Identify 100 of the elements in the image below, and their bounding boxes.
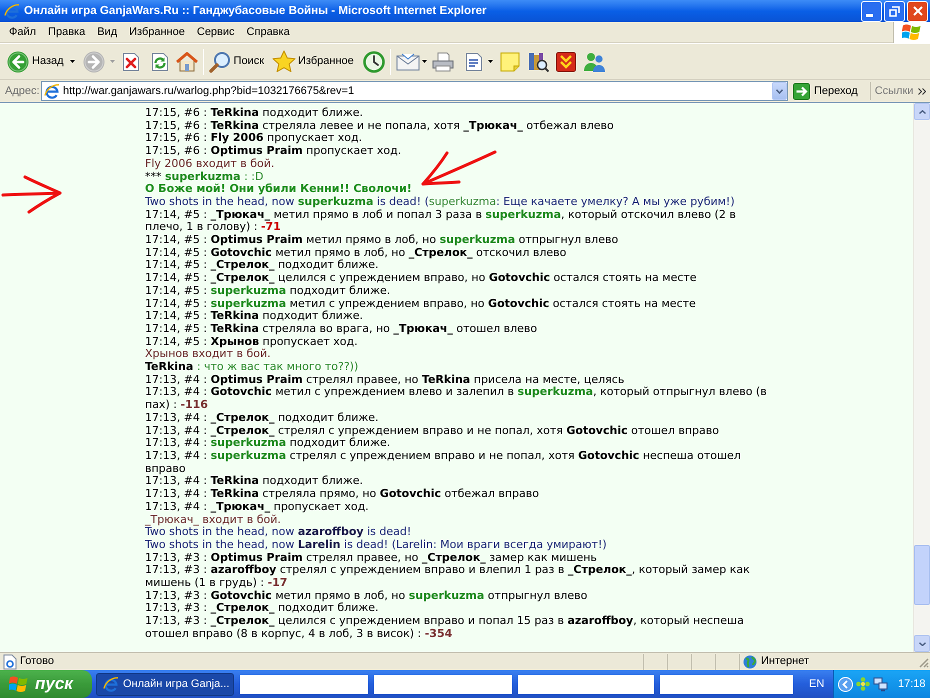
log-line: 17:14, #5 : Gotovchic метил прямо в лоб, но _Стрелок_ отскочил влево [145,246,568,260]
log-line: 17:13, #4 : Gotovchic метил с упреждением влево и залепил в superkuzma, который отпрыгнул влево (в пах) : -116 [145,386,768,412]
printer-icon[interactable] [432,52,454,72]
log-line: 17:13, #4 : TeRkina стреляла прямо, но Gotovchic отбежал вправо [145,488,540,501]
log-line: 17:13, #4 : _Стрелок_ стрелял с упреждением вправо и не попал, хотя Gotovchic отошел вправо [145,424,720,437]
log-line: 17:13, #3 : _Стрелок_ целился с упреждением вправо и попал 15 раз в azaroffboy, который неспеша отошел вправо (8 в корпус, 4 в лоб, 3 в висок) : -354 [145,615,745,641]
log-line: Two shots in the head, now Larelin is dead! (Larelin: Мои враги всегда умирают!) [145,538,608,552]
log-line: 17:13, #3 : Optimus Praim стрелял правее, но _Стрелок_ замер как мишень [145,552,598,564]
task-button[interactable]: Онлайн игра Ganja... [96,672,234,696]
four-color-flag-icon [9,675,29,693]
log-line: 17:13, #4 : _Трюкач_ пропускает ход. [145,500,370,513]
log-line: 17:13, #3 : Gotovchic метил прямо в лоб, но superkuzma отпрыгнул влево [145,590,588,602]
scrollbar-track[interactable] [913,103,930,652]
address-field[interactable]: http://war.ganjawars.ru/warlog.php?bid=1032176675&rev=1 [41,81,788,101]
refresh-icon[interactable] [150,52,169,72]
log-line: 17:13, #4 : Optimus Praim стрелял правее, но TeRkina присела на месте, целясь [145,374,626,386]
log-line: 17:15, #6 : TeRkina стреляла левее и не попала, хотя _Трюкач_ отбежал влево [145,120,615,132]
log-line: 17:13, #3 : azaroffboy стрелял с упреждением вправо и влепил 1 раз в _Стрелок_, который замер как мишень (1 в грудь) : -17 [145,564,751,590]
log-line: 17:13, #4 : TeRkina подходит ближе. [145,475,364,488]
right-arrow-icon [793,82,810,100]
log-line: 17:14, #5 : TeRkina стреляла во врага, но _Трюкач_ отошел влево [145,322,538,336]
log-line: TeRkina : что ж вас так много то??)) [145,361,360,374]
browser-logo-icon [44,83,60,99]
start-button[interactable]: пуск [0,670,92,698]
clock-icon[interactable] [362,50,385,72]
menu-item[interactable]: Справка [242,22,295,42]
scroll-up-button[interactable] [914,103,930,120]
hand-drawn-arrow [1,174,63,214]
clock-text: 17:18 [898,676,926,692]
status-text: Готово [20,654,54,670]
log-line: Fly 2006 входит в бой. [145,158,276,171]
chevron-left-icon[interactable] [838,676,853,692]
log-line: 17:15, #6 : TeRkina подходит ближе. [145,107,364,120]
log-line: 17:14, #5 : Хрынов пропускает ход. [145,336,359,348]
caret-icon[interactable] [422,60,427,63]
double-chevron-icon[interactable] [556,52,576,72]
log-line: 17:13, #4 : superkuzma подходит ближе. [145,437,390,450]
close-button[interactable] [907,0,928,22]
links-button[interactable]: Ссылки [874,82,926,100]
menu-item[interactable]: Избранное [124,22,190,42]
window-title: Онлайн игра GanjaWars.Ru :: Ганджубасовые Войны - Microsoft Internet Explorer [24,3,487,20]
home-icon[interactable] [176,52,198,72]
menu-item[interactable]: Файл [4,22,42,42]
minimize-button[interactable] [861,0,882,22]
document-icon[interactable] [464,52,483,72]
four-color-flag-icon [902,23,922,41]
language-indicator[interactable]: EN [809,676,824,692]
zone-text: Интернет [761,654,809,670]
log-line: 17:14, #5 : TeRkina подходит ближе. [145,310,363,323]
minimize-icon [866,14,873,16]
log-line: 17:13, #3 : _Стрелок_ подходит ближе. [145,602,380,616]
search-button[interactable]: Поиск [208,50,264,72]
chevron-down-icon [776,88,783,94]
log-line: Two shots in the head, now azaroffboy is dead! [145,526,412,539]
books-icon[interactable] [526,50,549,72]
two-people-icon[interactable] [582,50,607,72]
search-icon [208,50,231,72]
log-line: Хрынов входит в бой. [145,348,271,362]
menu-item[interactable]: Вид [92,22,122,42]
page-icon [3,654,17,670]
log-line: 17:15, #6 : Fly 2006 пропускает ход. [145,132,364,146]
log-line: 17:13, #4 : _Стрелок_ подходит ближе. [145,412,380,425]
globe-icon [743,654,757,668]
resize-grip-icon [917,656,929,668]
log-line: Two shots in the head, now superkuzma is dead! (superkuzma: Еще качаете умелку? А мы уже рубим!) [145,196,736,209]
address-label: Адрес: [5,84,41,99]
star-icon [272,50,296,73]
double-chevron-right-icon [918,88,926,94]
dropdown-button[interactable] [772,82,787,100]
browser-logo-icon [103,676,119,692]
stop-icon[interactable] [122,52,140,72]
menu-item[interactable]: Сервис [192,22,240,42]
caret-up-icon [918,110,926,114]
log-line: *** superkuzma : :D [145,170,264,183]
log-line: 17:14, #5 : _Стрелок_ целился с упреждением вправо, но Gotovchic остался стоять на месте [145,272,698,285]
browser-logo-icon [4,3,20,19]
log-line: 17:14, #5 : _Стрелок_ подходит ближе. [145,259,380,272]
flower-icon[interactable] [856,677,870,691]
envelope-icon[interactable] [396,52,420,70]
caret-down-icon [918,642,926,646]
restore-icon [889,6,900,16]
log-line: _Трюкач_ входит в бой. [145,514,282,526]
caret-icon[interactable] [70,60,75,63]
menu-item[interactable]: Правка [43,22,90,42]
log-line: 17:14, #5 : superkuzma метил с упреждением вправо, но Gotovchic остался стоять на месте [145,298,697,310]
log-line: 17:14, #5 : _Трюкач_ метил прямо в лоб и попал 3 раза в superkuzma, который отскочил влево (2 в плечо, 1 в голову) : -71 [145,208,737,234]
caret-icon[interactable] [488,60,493,63]
restore-button[interactable] [884,0,905,22]
log-line: 17:14, #5 : Optimus Praim метил прямо в лоб, но superkuzma отпрыгнул влево [145,234,620,247]
favorites-button[interactable]: Избранное [272,50,354,73]
log-line: 17:15, #6 : Optimus Praim пропускает ход. [145,145,402,158]
log-line: О Боже мой! Они убили Кенни!! Сволочи! [145,183,413,196]
log-line: 17:14, #5 : superkuzma подходит ближе. [145,284,392,298]
scroll-down-button[interactable] [914,635,930,652]
close-icon [912,6,922,16]
scrollbar-thumb[interactable] [914,545,930,605]
go-button[interactable]: Переход [793,82,858,100]
monitors-icon[interactable] [873,676,889,692]
back-arrow-icon[interactable] [7,50,29,72]
back-button[interactable]: Назад [7,50,64,72]
